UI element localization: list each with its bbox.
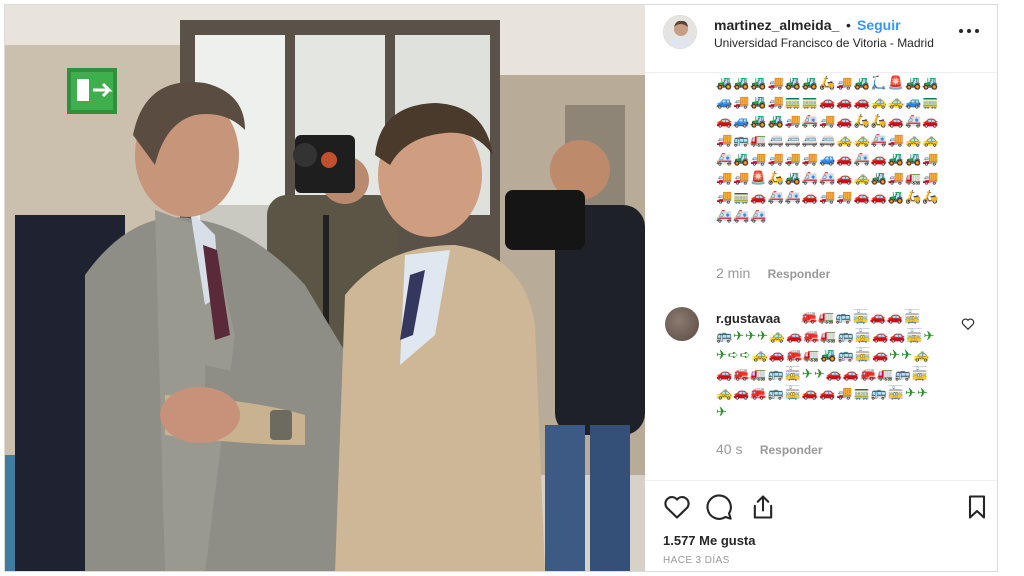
comments-area[interactable]: 🚜🚜🚜🚚🚜🚜🛵🚚🚜🛴🚨🚜🚜🚙🚚🚜🚚🚃🚃🚗🚗🚗🚕🚕🚙🚃🚗🚙🚜🚜🚚🚑🚚🚗🛵🛵🚗🚑🚗🚚… [645, 73, 997, 480]
post-location[interactable]: Universidad Francisco de Vitoria - Madri… [714, 36, 934, 50]
header-separator: • [846, 17, 851, 33]
more-options-icon[interactable] [957, 21, 981, 41]
commenter-avatar[interactable] [665, 307, 699, 341]
follow-button[interactable]: Seguir [857, 17, 901, 33]
caption-reply-button[interactable]: Responder [768, 267, 831, 281]
heart-icon[interactable] [663, 493, 691, 521]
comment-bubble-icon[interactable] [705, 493, 733, 521]
comment-like-heart-icon[interactable] [961, 317, 975, 331]
comment-reply-button[interactable]: Responder [760, 443, 823, 457]
post-photo[interactable] [5, 5, 645, 571]
bookmark-icon[interactable] [963, 493, 991, 521]
author-avatar[interactable] [663, 15, 697, 49]
author-username[interactable]: martinez_almeida_ [714, 17, 839, 33]
comment-meta: 40 s Responder [716, 441, 823, 457]
post-sidebar: martinez_almeida_ • Seguir Universidad F… [645, 5, 997, 571]
caption-meta: 2 min Responder [716, 265, 830, 281]
share-icon[interactable] [749, 493, 777, 521]
caption-time: 2 min [716, 265, 751, 281]
comment-text: 🚒🚛🚌🚋🚗🚗🚋🚌✈✈✈🚕🚗🚒🚛🚌🚋🚗🚗🚋✈✈➪➪🚕🚗🚒🚛🚜🚌🚋🚗✈✈🚕🚗🚒🚛🚌🚋… [716, 309, 936, 419]
post-header: martinez_almeida_ • Seguir Universidad F… [645, 5, 997, 73]
instagram-post: martinez_almeida_ • Seguir Universidad F… [4, 4, 998, 572]
likes-count[interactable]: 1.577 Me gusta [663, 533, 756, 548]
comment-time: 40 s [716, 441, 743, 457]
post-date[interactable]: HACE 3 DÍAS [663, 555, 730, 566]
caption-text: 🚜🚜🚜🚚🚜🚜🛵🚚🚜🛴🚨🚜🚜🚙🚚🚜🚚🚃🚃🚗🚗🚗🚕🚕🚙🚃🚗🚙🚜🚜🚚🚑🚚🚗🛵🛵🚗🚑🚗🚚… [716, 75, 940, 223]
post-actions: 1.577 Me gusta HACE 3 DÍAS [645, 480, 997, 571]
